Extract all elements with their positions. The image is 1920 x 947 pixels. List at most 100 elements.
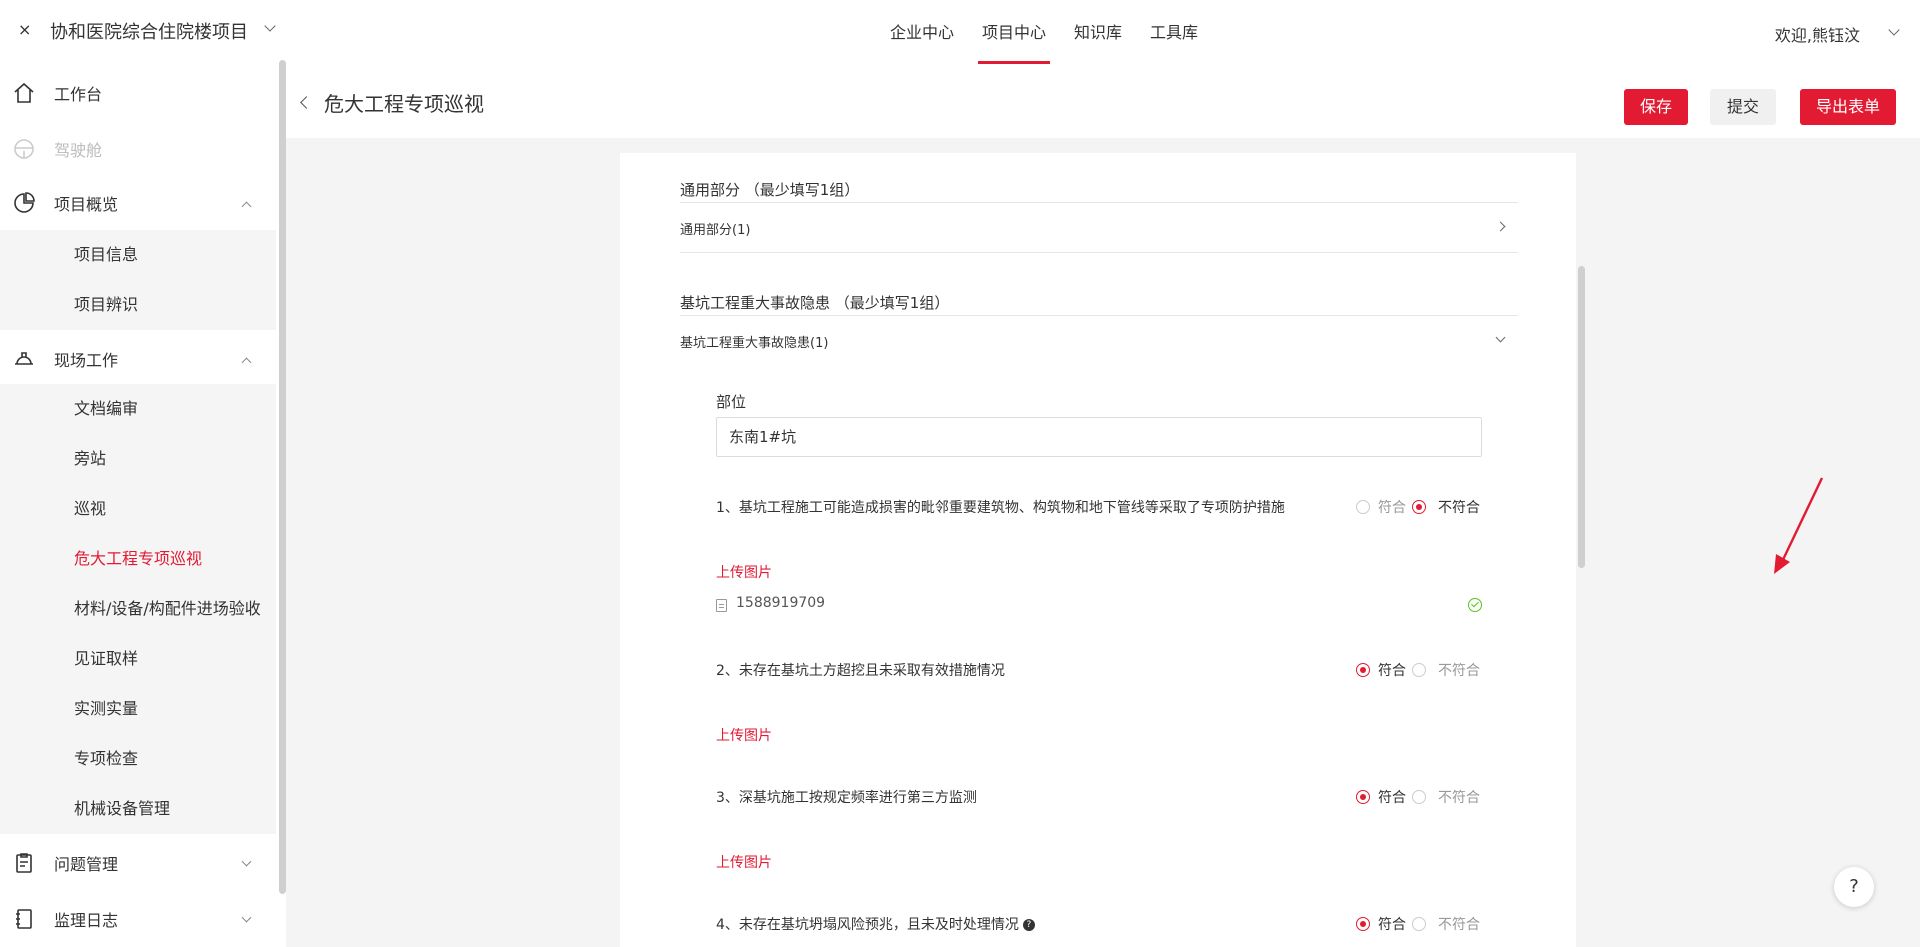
nav-tool-library[interactable]: 工具库 bbox=[1150, 0, 1198, 66]
help-icon[interactable]: ? bbox=[1022, 919, 1035, 931]
overview-submenu: 项目信息 项目辨识 bbox=[0, 230, 276, 330]
nav-knowledge-base[interactable]: 知识库 bbox=[1074, 0, 1122, 66]
sidebar-group-issues[interactable]: 问题管理 bbox=[0, 836, 276, 890]
sidebar-item-measurement[interactable]: 实测实量 bbox=[0, 684, 276, 734]
file-icon bbox=[716, 599, 727, 612]
radio-pass-label[interactable]: 符合 bbox=[1378, 660, 1406, 680]
question-3: 3、深基坑施工按规定频率进行第三方监测 bbox=[716, 790, 977, 806]
sidebar-group-field-work[interactable]: 现场工作 bbox=[0, 332, 276, 386]
sidebar-item-side-station[interactable]: 旁站 bbox=[0, 434, 276, 484]
nav-enterprise-center[interactable]: 企业中心 bbox=[890, 0, 954, 66]
sidebar-scrollbar[interactable] bbox=[279, 60, 286, 894]
radio-pass[interactable] bbox=[1356, 917, 1370, 931]
check-circle-icon bbox=[1468, 598, 1482, 612]
section-title-general: 通用部分 （最少填写1组） bbox=[680, 181, 860, 199]
sidebar-item-material-acceptance[interactable]: 材料/设备/构配件进场验收 bbox=[0, 584, 276, 634]
sidebar-item-workbench[interactable]: 工作台 bbox=[0, 66, 276, 120]
sidebar-item-machinery[interactable]: 机械设备管理 bbox=[0, 784, 276, 834]
section-title-foundation-pit: 基坑工程重大事故隐患 （最少填写1组） bbox=[680, 294, 950, 312]
upload-image-link[interactable]: 上传图片 bbox=[716, 725, 772, 745]
radio-fail-label[interactable]: 不符合 bbox=[1438, 914, 1480, 934]
radio-pass[interactable] bbox=[1356, 663, 1370, 677]
submit-button[interactable]: 提交 bbox=[1710, 89, 1776, 125]
radio-pass[interactable] bbox=[1356, 500, 1370, 514]
sidebar-group-overview[interactable]: 项目概览 bbox=[0, 176, 276, 230]
group-row-general[interactable]: 通用部分(1) bbox=[680, 203, 1518, 253]
top-bar: × 协和医院综合住院楼项目 企业中心 项目中心 知识库 工具库 欢迎,熊钰汶 bbox=[0, 0, 1920, 66]
question-2: 2、未存在基坑土方超挖且未采取有效措施情况 bbox=[716, 663, 1005, 679]
chevron-down-icon bbox=[241, 856, 252, 866]
page-title: 危大工程专项巡视 bbox=[324, 92, 484, 116]
steering-wheel-icon bbox=[14, 139, 34, 159]
sidebar-item-project-info[interactable]: 项目信息 bbox=[0, 230, 276, 280]
upload-image-link[interactable]: 上传图片 bbox=[716, 852, 772, 872]
chevron-down-icon[interactable] bbox=[1888, 24, 1900, 36]
group-label: 基坑工程重大事故隐患(1) bbox=[680, 336, 829, 351]
location-input[interactable]: 东南1#坑 bbox=[716, 417, 1482, 457]
sidebar-item-doc-review[interactable]: 文档编审 bbox=[0, 384, 276, 434]
sidebar-item-cockpit: 驾驶舱 bbox=[0, 122, 276, 176]
pie-chart-icon bbox=[14, 192, 35, 213]
nav-project-center[interactable]: 项目中心 bbox=[978, 0, 1051, 66]
clipboard-icon bbox=[16, 853, 32, 873]
sidebar-item-patrol[interactable]: 巡视 bbox=[0, 484, 276, 534]
chevron-down-icon bbox=[1495, 332, 1506, 343]
question-4-text: 4、未存在基坑坍塌风险预兆，且未及时处理情况 bbox=[716, 917, 1019, 933]
radio-pass-label[interactable]: 符合 bbox=[1378, 914, 1406, 934]
file-name[interactable]: 1588919709 bbox=[736, 595, 825, 611]
home-icon bbox=[14, 82, 34, 103]
chevron-up-icon bbox=[241, 201, 252, 211]
sidebar-item-dangerous-patrol[interactable]: 危大工程专项巡视 bbox=[0, 534, 276, 584]
page-scrollbar[interactable] bbox=[1578, 266, 1585, 568]
sidebar-group-log[interactable]: 监理日志 bbox=[0, 892, 276, 946]
sidebar-item-label: 工作台 bbox=[54, 85, 103, 104]
radio-pass[interactable] bbox=[1356, 790, 1370, 804]
annotation-arrow-icon bbox=[1774, 477, 1824, 574]
question-1: 1、基坑工程施工可能造成损害的毗邻重要建筑物、构筑物和地下管线等采取了专项防护措… bbox=[716, 500, 1285, 516]
location-label: 部位 bbox=[716, 393, 747, 411]
radio-fail-label[interactable]: 不符合 bbox=[1438, 497, 1480, 517]
help-button[interactable]: ? bbox=[1834, 867, 1874, 907]
sidebar-item-label: 问题管理 bbox=[54, 855, 119, 874]
sidebar-item-label: 现场工作 bbox=[54, 351, 119, 370]
group-row-foundation-pit[interactable]: 基坑工程重大事故隐患(1) bbox=[680, 316, 1518, 366]
sidebar: 工作台 驾驶舱 项目概览 项目信息 项目辨识 现场工作 文档编审 旁站 巡视 危… bbox=[0, 66, 276, 947]
chevron-right-icon bbox=[1495, 221, 1506, 232]
upload-image-link[interactable]: 上传图片 bbox=[716, 562, 772, 582]
back-arrow-icon[interactable] bbox=[300, 96, 313, 109]
save-button[interactable]: 保存 bbox=[1624, 89, 1688, 125]
sidebar-item-label: 监理日志 bbox=[54, 911, 119, 930]
user-menu[interactable]: 欢迎,熊钰汶 bbox=[1775, 22, 1860, 46]
question-4: 4、未存在基坑坍塌风险预兆，且未及时处理情况? bbox=[716, 914, 1336, 934]
question-1-radio-group: 符合 不符合 bbox=[1356, 497, 1496, 517]
radio-fail[interactable] bbox=[1412, 500, 1426, 514]
main-nav: 企业中心 项目中心 知识库 工具库 bbox=[890, 0, 1226, 66]
sidebar-item-special-inspection[interactable]: 专项检查 bbox=[0, 734, 276, 784]
sidebar-item-label: 驾驶舱 bbox=[54, 141, 103, 160]
radio-fail[interactable] bbox=[1412, 663, 1426, 677]
close-icon[interactable]: × bbox=[18, 20, 31, 39]
page-header: 危大工程专项巡视 保存 提交 导出表单 bbox=[286, 66, 1920, 138]
field-work-submenu: 文档编审 旁站 巡视 危大工程专项巡视 材料/设备/构配件进场验收 见证取样 实… bbox=[0, 384, 276, 834]
project-switcher[interactable]: 协和医院综合住院楼项目 bbox=[50, 18, 248, 44]
main-area: 危大工程专项巡视 保存 提交 导出表单 通用部分 （最少填写1组） 通用部分(1… bbox=[286, 66, 1920, 947]
radio-fail[interactable] bbox=[1412, 917, 1426, 931]
sidebar-item-witness-sampling[interactable]: 见证取样 bbox=[0, 634, 276, 684]
question-3-radio-group: 符合 不符合 bbox=[1356, 787, 1496, 807]
radio-fail-label[interactable]: 不符合 bbox=[1438, 660, 1480, 680]
question-4-radio-group: 符合 不符合 bbox=[1356, 914, 1496, 934]
chevron-down-icon bbox=[241, 912, 252, 922]
sidebar-item-label: 项目概览 bbox=[54, 195, 119, 214]
radio-pass-label[interactable]: 符合 bbox=[1378, 497, 1406, 517]
sidebar-item-project-identify[interactable]: 项目辨识 bbox=[0, 280, 276, 330]
export-form-button[interactable]: 导出表单 bbox=[1800, 89, 1896, 125]
question-2-radio-group: 符合 不符合 bbox=[1356, 660, 1496, 680]
uploaded-file: 1588919709 bbox=[716, 595, 1482, 617]
radio-pass-label[interactable]: 符合 bbox=[1378, 787, 1406, 807]
group-label: 通用部分(1) bbox=[680, 223, 751, 238]
notebook-icon bbox=[16, 909, 32, 929]
chevron-down-icon[interactable] bbox=[264, 20, 276, 32]
form-card: 通用部分 （最少填写1组） 通用部分(1) 基坑工程重大事故隐患 （最少填写1组… bbox=[620, 153, 1576, 947]
radio-fail[interactable] bbox=[1412, 790, 1426, 804]
radio-fail-label[interactable]: 不符合 bbox=[1438, 787, 1480, 807]
